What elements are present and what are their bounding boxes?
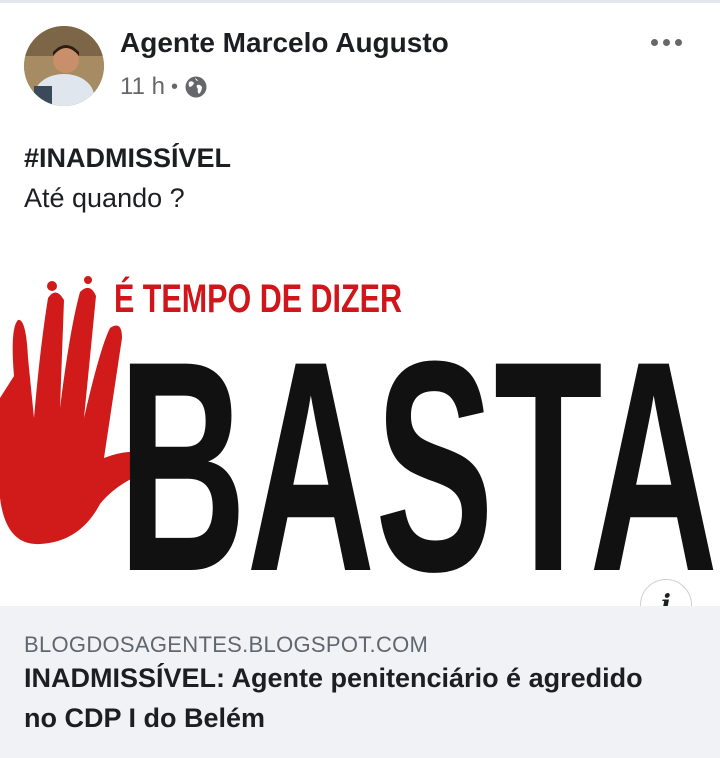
more-horizontal-icon [650,38,658,46]
link-title[interactable]: INADMISSÍVEL: Agente penitenciário é agr… [24,658,664,738]
more-options-button[interactable] [644,28,688,56]
post-message: #INADMISSÍVEL Até quando ? [24,138,704,218]
meta-separator: • [170,75,178,98]
avatar[interactable] [24,26,104,106]
hashtag-link[interactable]: #INADMISSÍVEL [24,138,704,178]
author-name[interactable]: Agente Marcelo Augusto [120,27,449,59]
link-preview-image[interactable]: É TEMPO DE DIZER BASTA [0,258,720,606]
post-header: Agente Marcelo Augusto 11 h • [0,0,720,120]
post-meta: 11 h • [120,72,208,102]
post-time[interactable]: 11 h [120,73,165,101]
link-preview-caption[interactable]: BLOGDOSAGENTES.BLOGSPOT.COM INADMISSÍVEL… [0,606,720,758]
globe-icon[interactable] [184,75,208,99]
post-body-text: Até quando ? [24,183,185,213]
image-word: BASTA [118,298,718,606]
link-domain: BLOGDOSAGENTES.BLOGSPOT.COM [24,632,429,657]
